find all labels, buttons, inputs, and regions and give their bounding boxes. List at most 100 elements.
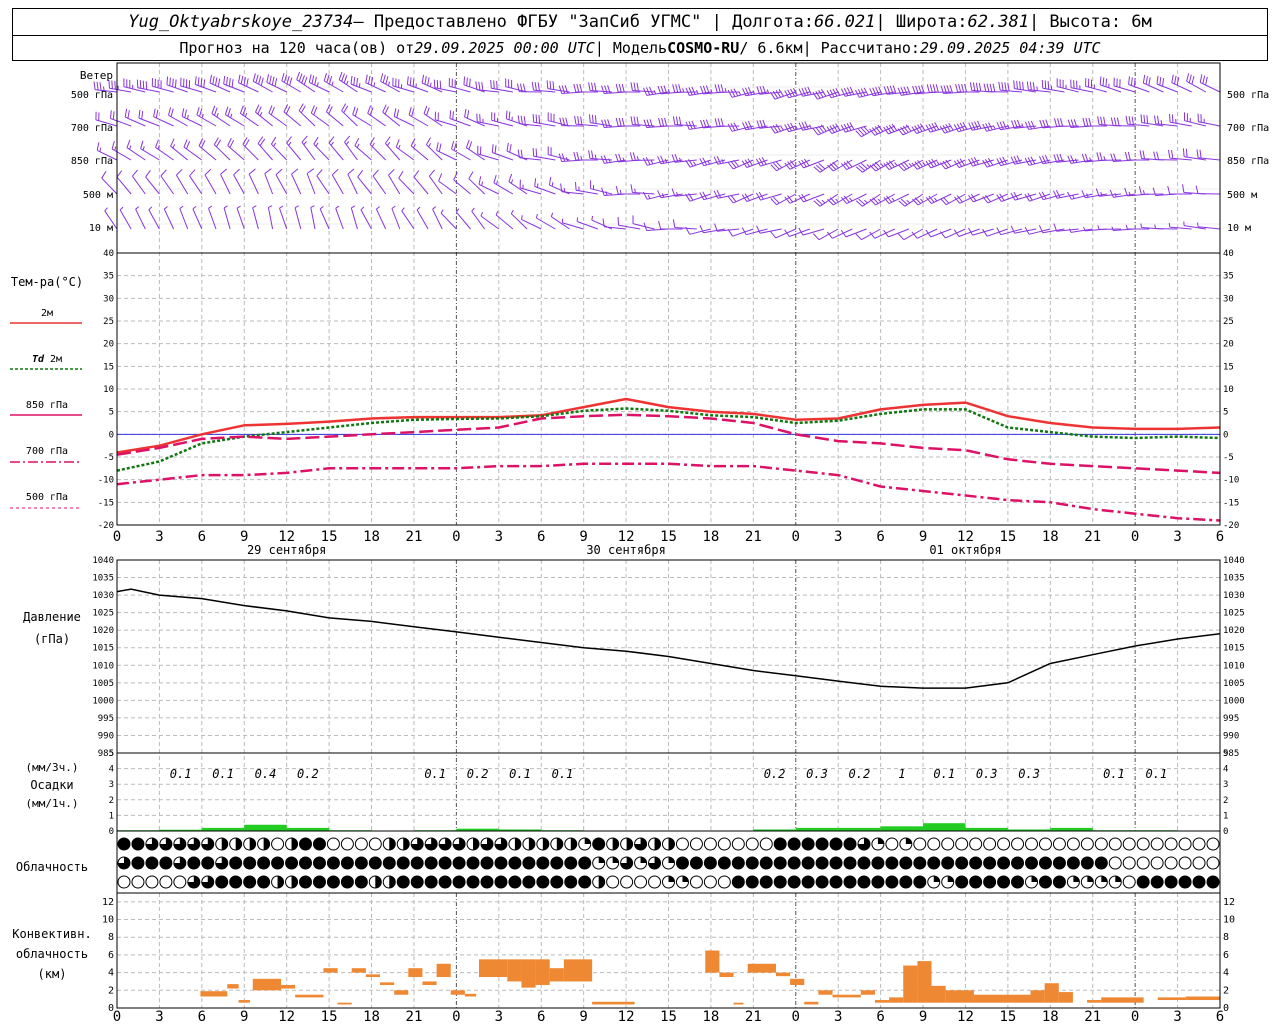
x-tick-label: 0 [113, 529, 121, 545]
cloud-cover-fill [830, 838, 843, 850]
x-tick-label-bottom: 21 [745, 1009, 762, 1024]
wind-barb [163, 206, 175, 230]
cloud-cover-fill [857, 857, 870, 869]
wind-barb [372, 169, 387, 195]
cloud-cover-fill [341, 857, 354, 869]
cloud-cover-fill [299, 838, 312, 850]
precip-3h-label: 0.2 [764, 767, 786, 781]
wind-barb [465, 139, 485, 161]
cloud-cover-fill [654, 838, 661, 850]
cloud-cover-fill [327, 857, 340, 869]
x-tick-label-bottom: 0 [113, 1009, 121, 1024]
cloud-cover-fill [257, 876, 270, 888]
conv-cloud-bar [1044, 983, 1059, 1003]
cloud-cover-fill [927, 857, 940, 869]
wind-barb [242, 137, 259, 161]
cloud-cover-fill [1011, 857, 1024, 869]
cloud-cover-fill [983, 857, 996, 869]
wind-barb [423, 105, 443, 127]
cloud-cover-fill [481, 876, 493, 888]
cloud-cover-fill [844, 838, 856, 850]
cloud-cover-fill [885, 857, 898, 869]
conv-cloud-bar [917, 961, 932, 1003]
x-tick-label-bottom: 0 [792, 1009, 800, 1024]
cloud-cover-fill [816, 876, 829, 888]
wind-barb [294, 205, 302, 230]
cloud-cover-fill [885, 876, 898, 888]
wind-barb [170, 138, 189, 161]
x-tick-label-bottom: 12 [957, 1009, 974, 1024]
wind-barb [1070, 79, 1093, 93]
wind-barb [755, 191, 782, 201]
cloud-cover-circle [326, 837, 340, 851]
conv-cloud-bar [227, 984, 239, 989]
x-tick-label-bottom: 12 [618, 1009, 635, 1024]
cloud-cover-fill [899, 857, 912, 869]
day-label: 29 сентября [247, 543, 326, 557]
wind-barb [328, 136, 344, 161]
precip-tick-right: 4 [1223, 765, 1228, 775]
x-tick-label: 0 [1131, 529, 1139, 545]
x-tick-label-bottom: 15 [999, 1009, 1016, 1024]
wind-barb [1197, 113, 1221, 127]
cloud-cover-fill [221, 838, 228, 850]
precip-tick-right: 0 [1223, 827, 1228, 837]
legend-td-symbol: Td [32, 354, 45, 365]
cloud-cover-circle [703, 875, 717, 889]
cloud-cover-fill [774, 876, 787, 888]
conv-cloud-bar [394, 990, 409, 995]
wind-barb [264, 168, 274, 195]
cloud-cover-fill [704, 857, 717, 869]
press-tick-left: 1040 [92, 556, 114, 566]
wind-barb [911, 228, 938, 239]
cloud-cover-fill [536, 876, 549, 888]
meteogram-page: Yug_Oktyabrskoye_23734 – Предоставлено Ф… [0, 0, 1280, 1024]
conv-tick-right: 6 [1223, 950, 1229, 961]
cloud-cover-fill [389, 876, 396, 888]
wind-barb [179, 205, 189, 230]
precip-tick-right: 1 [1223, 811, 1228, 821]
wind-barb [629, 152, 655, 161]
wind-barb [398, 170, 415, 195]
cloud-cover-circle [1038, 837, 1052, 851]
x-tick-label: 18 [363, 529, 380, 545]
wind-barb [940, 193, 966, 206]
cloud-cover-fill [1151, 876, 1164, 888]
wind-barb [344, 135, 358, 161]
x-tick-label-bottom: 0 [1131, 1009, 1139, 1024]
wind-barbs-layer [93, 71, 1221, 241]
day-label: 30 сентября [586, 543, 665, 557]
day-label: 01 октября [929, 543, 1001, 557]
cloud-cover-fill [313, 876, 326, 888]
wind-barb [438, 173, 457, 195]
cloud-cover-fill [508, 876, 521, 888]
x-tick-label-bottom: 15 [660, 1009, 677, 1024]
x-tick-label-bottom: 18 [1042, 1009, 1059, 1024]
press-tick-right: 1010 [1223, 661, 1245, 671]
wind-barb [155, 139, 174, 161]
precip-bar [923, 823, 966, 831]
temp-tick-right: 20 [1223, 340, 1234, 350]
temp-tick-right: -10 [1223, 476, 1239, 486]
cloud-cover-fill [131, 838, 144, 850]
cloud-cover-fill [494, 857, 507, 869]
cloud-cover-fill [1031, 876, 1038, 882]
wind-barb [869, 159, 896, 172]
conv-cloud-bar [1186, 996, 1220, 1001]
conv-cloud-bar [295, 994, 324, 998]
conv-cloud-bar [1030, 990, 1045, 1003]
x-tick-label-bottom: 3 [155, 1009, 163, 1024]
conv-cloud-bar [832, 994, 861, 998]
convective-cloud-layer [200, 950, 1220, 1005]
conv-tick-right: 8 [1223, 932, 1229, 943]
cloud-cover-fill [732, 857, 745, 869]
conv-cloud-bar [818, 990, 833, 995]
wind-barb [233, 168, 245, 195]
conv-cloud-bar [592, 1001, 635, 1005]
press-tick-right: 1035 [1223, 574, 1245, 584]
conv-cloud-bar [945, 990, 974, 1003]
cloud-cover-fill [905, 838, 912, 844]
conv-cloud-bar [436, 963, 451, 978]
wind-barb [238, 74, 259, 93]
cloud-cover-fill [816, 838, 829, 850]
